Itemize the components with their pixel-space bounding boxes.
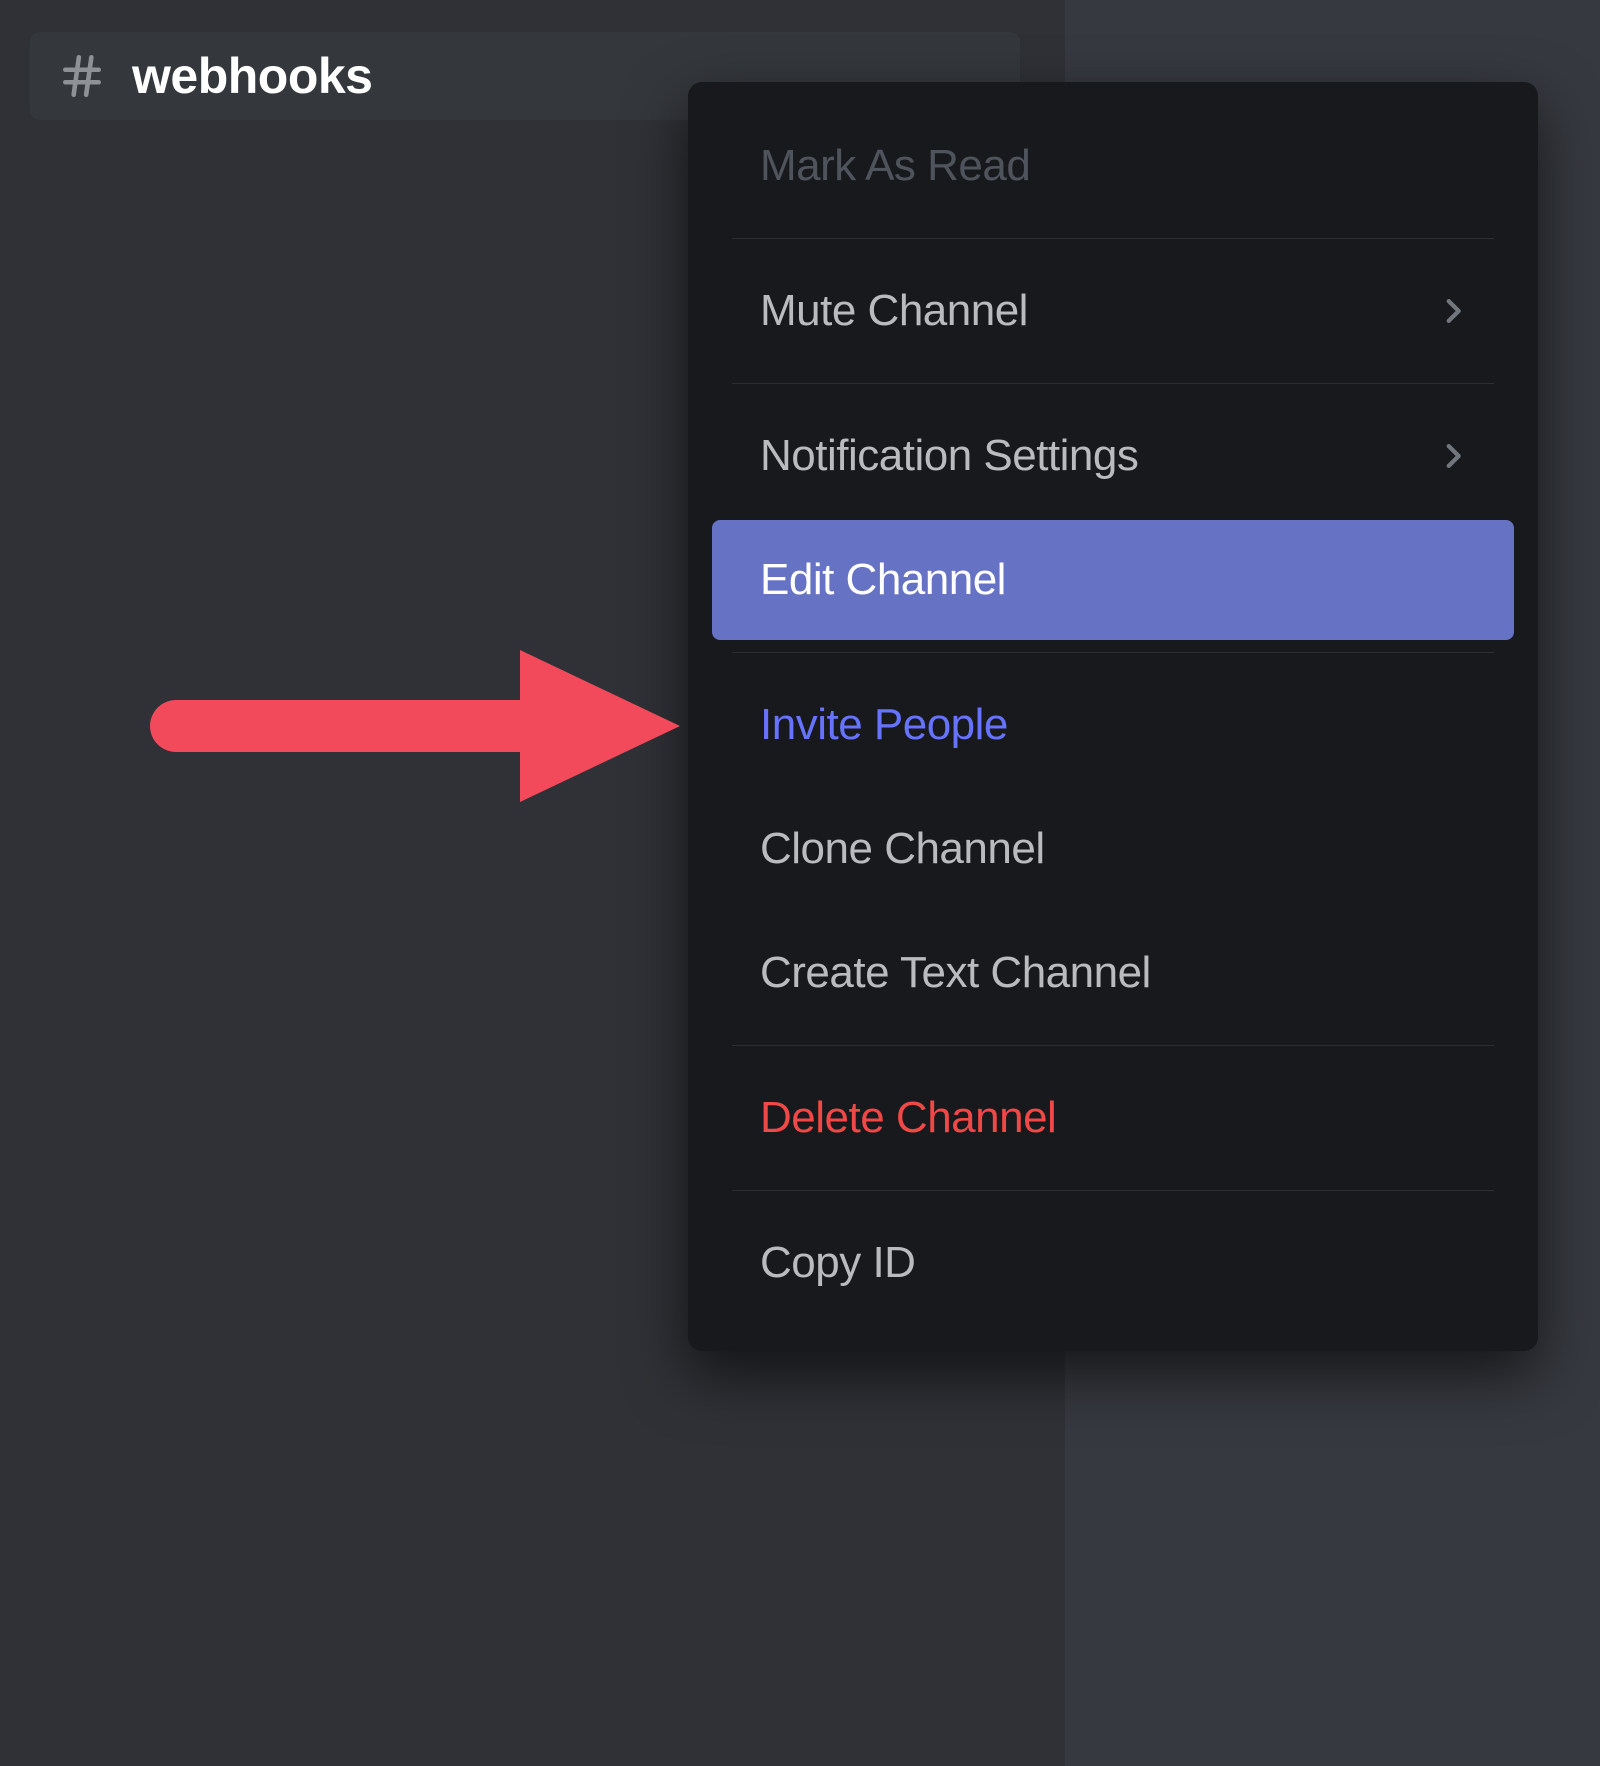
hash-icon	[54, 48, 110, 104]
menu-label: Edit Channel	[760, 555, 1006, 605]
menu-item-create-text-channel[interactable]: Create Text Channel	[712, 913, 1514, 1033]
menu-label: Delete Channel	[760, 1093, 1056, 1143]
menu-item-copy-id[interactable]: Copy ID	[712, 1203, 1514, 1323]
menu-separator	[732, 652, 1494, 653]
chevron-right-icon	[1436, 294, 1470, 328]
menu-separator	[732, 1190, 1494, 1191]
channel-context-menu: Mark As Read Mute Channel Notification S…	[688, 82, 1538, 1351]
chevron-right-icon	[1436, 439, 1470, 473]
menu-item-clone-channel[interactable]: Clone Channel	[712, 789, 1514, 909]
menu-label: Mute Channel	[760, 286, 1028, 336]
menu-label: Notification Settings	[760, 431, 1138, 481]
menu-item-mute-channel[interactable]: Mute Channel	[712, 251, 1514, 371]
menu-label: Clone Channel	[760, 824, 1045, 874]
menu-item-invite-people[interactable]: Invite People	[712, 665, 1514, 785]
menu-separator	[732, 1045, 1494, 1046]
menu-item-delete-channel[interactable]: Delete Channel	[712, 1058, 1514, 1178]
menu-separator	[732, 238, 1494, 239]
menu-label: Create Text Channel	[760, 948, 1151, 998]
menu-label: Copy ID	[760, 1238, 915, 1288]
menu-item-notification-settings[interactable]: Notification Settings	[712, 396, 1514, 516]
channel-name-label: webhooks	[132, 47, 372, 105]
menu-separator	[732, 383, 1494, 384]
menu-item-mark-as-read: Mark As Read	[712, 106, 1514, 226]
menu-label: Invite People	[760, 700, 1008, 750]
menu-item-edit-channel[interactable]: Edit Channel	[712, 520, 1514, 640]
menu-label: Mark As Read	[760, 141, 1030, 191]
